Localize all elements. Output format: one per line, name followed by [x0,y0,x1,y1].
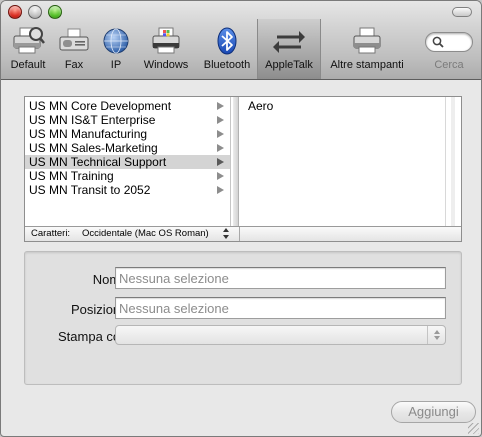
disclosure-arrow-icon [217,116,224,124]
list-item[interactable]: US MN Core Development [25,99,230,113]
toolbar-search: Cerca [421,25,477,77]
disclosure-arrow-icon [217,144,224,152]
list-item[interactable]: US MN Training [25,169,230,183]
list-item-label: US MN Manufacturing [29,127,148,141]
appletalk-arrows-icon [272,25,306,57]
column-resize-handle[interactable] [233,97,239,226]
column-scroller[interactable] [445,97,461,226]
toolbar-item-default[interactable]: Default [5,25,51,77]
list-item-label: US MN Sales-Marketing [29,141,158,155]
minimize-button[interactable] [28,5,42,19]
printer-browser: US MN Core Development US MN IS&T Enterp… [24,96,462,242]
charset-label: Caratteri: [31,228,71,239]
print-using-select[interactable] [115,325,446,345]
window-controls [8,5,62,19]
toolbar-item-label: Default [10,59,46,71]
toolbar-item-label: Fax [64,59,84,71]
printer-column: Aero [240,97,445,226]
bluetooth-icon [210,25,244,57]
toolbar-item-label: Bluetooth [203,59,251,71]
charset-value: Occidentale (Mac OS Roman) [82,228,209,239]
add-button[interactable]: Aggiungi [391,401,476,423]
toolbar-toggle-button[interactable] [452,7,472,17]
disclosure-arrow-icon [217,102,224,110]
popup-arrows-icon [427,326,445,344]
list-item[interactable]: US MN Manufacturing [25,127,230,141]
more-printers-icon [350,25,384,57]
close-button[interactable] [8,5,22,19]
list-item-label: US MN Training [29,169,114,183]
toolbar-item-label: Windows [143,59,189,71]
toolbar-item-appletalk[interactable]: AppleTalk [257,19,321,79]
charset-bar: Caratteri: Occidentale (Mac OS Roman) [25,226,461,241]
toolbar-item-bluetooth[interactable]: Bluetooth [199,25,255,77]
popup-arrows-icon [222,228,230,239]
zoom-button[interactable] [48,5,62,19]
resize-grip-icon[interactable] [468,423,479,434]
name-field[interactable] [115,267,446,289]
search-label: Cerca [434,59,464,71]
list-item-label: Aero [248,99,274,113]
toolbar-item-more-printers[interactable]: Altre stampanti [323,25,411,77]
list-item-label: US MN Core Development [29,99,172,113]
toolbar-item-label: Altre stampanti [330,59,404,71]
disclosure-arrow-icon [217,130,224,138]
disclosure-arrow-icon [217,158,224,166]
disclosure-arrow-icon [217,186,224,194]
list-item-selected[interactable]: US MN Technical Support [25,155,230,169]
toolbar-item-label: AppleTalk [265,59,313,71]
toolbar-item-ip[interactable]: IP [99,25,133,77]
toolbar-item-windows[interactable]: Windows [140,25,192,77]
search-icon [432,36,444,48]
ip-globe-icon [99,25,133,57]
toolbar-item-fax[interactable]: Fax [57,25,91,77]
list-item[interactable]: US MN Transit to 2052 [25,183,230,197]
toolbar: Default Fax IP Windows Bluetooth AppleTa… [1,1,481,80]
list-item[interactable]: US MN IS&T Enterprise [25,113,230,127]
list-item-label: US MN Transit to 2052 [29,183,151,197]
list-item-label: US MN Technical Support [29,155,167,169]
default-printer-icon [11,25,45,57]
add-printer-window: Default Fax IP Windows Bluetooth AppleTa… [0,0,482,437]
toolbar-item-label: IP [110,59,122,71]
fax-icon [57,25,91,57]
search-input[interactable] [425,32,473,52]
list-item[interactable]: US MN Sales-Marketing [25,141,230,155]
disclosure-arrow-icon [217,172,224,180]
list-item[interactable]: Aero [240,99,445,113]
printer-details-panel: Nome: Posizione: Stampa con: [24,251,462,385]
windows-printer-icon [149,25,183,57]
zone-column: US MN Core Development US MN IS&T Enterp… [25,97,231,226]
charset-popup[interactable]: Caratteri: Occidentale (Mac OS Roman) [25,227,240,241]
list-item-label: US MN IS&T Enterprise [29,113,156,127]
location-field[interactable] [115,297,446,319]
